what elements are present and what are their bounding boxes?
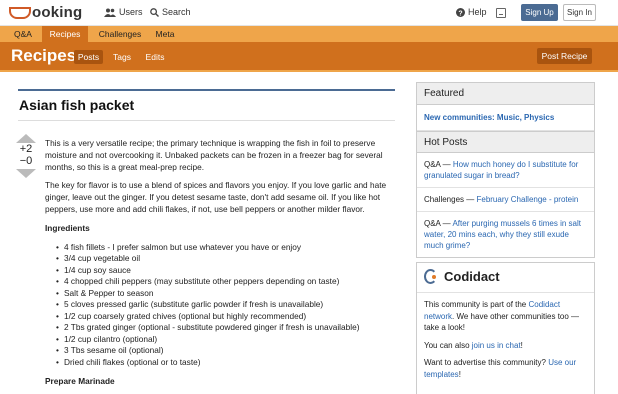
subtab-edits[interactable]: Edits bbox=[142, 50, 168, 64]
advertise-text: Want to advertise this community? Use ou… bbox=[424, 357, 587, 380]
help-icon: ? bbox=[456, 7, 465, 17]
logo-text: ooking bbox=[32, 3, 83, 21]
advertise-post: ! bbox=[458, 369, 461, 379]
users-link[interactable]: Users bbox=[104, 7, 143, 17]
chat-post: ! bbox=[520, 340, 523, 350]
downvote-arrow-icon[interactable] bbox=[16, 169, 36, 178]
category-title: Recipes bbox=[11, 46, 77, 65]
category-tabs: Q&A Recipes Challenges Meta bbox=[0, 26, 618, 42]
svg-text:?: ? bbox=[458, 10, 462, 17]
sign-up-button[interactable]: Sign Up bbox=[521, 4, 558, 21]
codidact-widget: Codidact This community is part of the C… bbox=[416, 262, 595, 394]
subtab-posts[interactable]: Posts bbox=[74, 50, 103, 64]
hot-post-category: Q&A bbox=[424, 160, 441, 169]
top-bar: ooking Users Search ? Help Sign Up Sign … bbox=[0, 0, 618, 26]
hot-post-item: Challenges — February Challenge - protei… bbox=[417, 188, 594, 212]
search-link[interactable]: Search bbox=[150, 7, 191, 17]
post-body: This is a very versatile recipe; the pri… bbox=[45, 138, 390, 394]
help-link[interactable]: ? Help bbox=[456, 7, 487, 17]
codidact-logo-row: Codidact bbox=[417, 263, 594, 293]
hot-post-item: Q&A — How much honey do I substitute for… bbox=[417, 153, 594, 188]
chat-link[interactable]: join us in chat bbox=[472, 341, 521, 350]
site-logo[interactable]: ooking bbox=[9, 3, 82, 21]
featured-link[interactable]: New communities: Music, Physics bbox=[424, 113, 554, 122]
list-item: 1/2 cup coarsely grated chives (optional… bbox=[56, 311, 390, 323]
codidact-name: Codidact bbox=[444, 269, 500, 284]
hot-post-category: Q&A bbox=[424, 219, 441, 228]
featured-title: Featured bbox=[417, 83, 594, 105]
codidact-about: This community is part of the Codidact n… bbox=[417, 293, 594, 380]
about-pre: This community is part of the bbox=[424, 300, 529, 309]
codidact-logo[interactable]: Codidact bbox=[424, 269, 587, 284]
post-recipe-button[interactable]: Post Recipe bbox=[537, 48, 592, 64]
subtab-tags[interactable]: Tags bbox=[110, 50, 134, 64]
users-label: Users bbox=[119, 7, 143, 17]
search-icon bbox=[150, 7, 159, 17]
list-item: Dried chili flakes (optional or to taste… bbox=[56, 357, 390, 369]
advertise-pre: Want to advertise this community? bbox=[424, 358, 549, 367]
users-icon bbox=[104, 8, 116, 17]
list-item: 4 fish fillets - I prefer salmon but use… bbox=[56, 242, 390, 254]
intro-paragraph: This is a very versatile recipe; the pri… bbox=[45, 138, 383, 172]
search-label: Search bbox=[162, 7, 191, 17]
flavor-paragraph: The key for flavor is to use a blend of … bbox=[45, 180, 387, 214]
list-item: 3/4 cup vegetable oil bbox=[56, 253, 390, 265]
hot-post-separator: — bbox=[440, 160, 453, 169]
list-item: Salt & Pepper to season bbox=[56, 288, 390, 300]
codidact-dot-icon bbox=[432, 274, 436, 279]
list-item: 4 chopped chili peppers (may substitute … bbox=[56, 276, 390, 288]
upvote-count: +2 bbox=[19, 143, 33, 155]
list-item: 3 Tbs sesame oil (optional) bbox=[56, 345, 390, 357]
hot-post-separator: — bbox=[440, 219, 453, 228]
hot-post-separator: — bbox=[464, 195, 477, 204]
ingredients-list: 4 fish fillets - I prefer salmon but use… bbox=[56, 242, 390, 369]
list-item: 1/4 cup soy sauce bbox=[56, 265, 390, 277]
list-item: 5 cloves pressed garlic (substitute garl… bbox=[56, 299, 390, 311]
help-label: Help bbox=[468, 7, 487, 17]
pot-icon bbox=[9, 7, 31, 19]
chat-pre: You can also bbox=[424, 340, 472, 350]
title-accent-bar bbox=[18, 89, 395, 91]
featured-item: New communities: Music, Physics bbox=[417, 105, 594, 131]
vote-widget: +2 −0 bbox=[15, 134, 37, 178]
hot-post-item: Q&A — After purging mussels 6 times in s… bbox=[417, 212, 594, 257]
tab-meta[interactable]: Meta bbox=[152, 26, 178, 42]
tab-recipes[interactable]: Recipes bbox=[42, 26, 88, 42]
prepare-marinade-heading: Prepare Marinade bbox=[45, 376, 115, 387]
downvote-count: −0 bbox=[19, 155, 33, 167]
tab-qa[interactable]: Q&A bbox=[8, 26, 38, 42]
featured-widget: Featured New communities: Music, Physics… bbox=[416, 82, 595, 258]
list-item: 1/2 cup cilantro (optional) bbox=[56, 334, 390, 346]
header-strip bbox=[0, 70, 618, 72]
inbox-icon[interactable] bbox=[496, 8, 506, 18]
post-title: Asian fish packet bbox=[19, 97, 135, 113]
sign-in-button[interactable]: Sign In bbox=[563, 4, 596, 21]
hot-posts-title: Hot Posts bbox=[417, 131, 594, 153]
hot-post-category: Challenges bbox=[424, 195, 465, 204]
title-divider bbox=[18, 120, 395, 121]
upvote-arrow-icon[interactable] bbox=[16, 134, 36, 143]
about-text: This community is part of the Codidact n… bbox=[424, 299, 587, 334]
tab-challenges[interactable]: Challenges bbox=[93, 26, 147, 42]
chat-text: You can also join us in chat! bbox=[424, 340, 587, 352]
hot-post-link[interactable]: February Challenge - protein bbox=[476, 195, 578, 204]
list-item: 2 Tbs grated ginger (optional - substitu… bbox=[56, 322, 390, 334]
ingredients-heading: Ingredients bbox=[45, 222, 90, 233]
category-header: Recipes Posts Tags Edits Post Recipe bbox=[0, 42, 618, 70]
